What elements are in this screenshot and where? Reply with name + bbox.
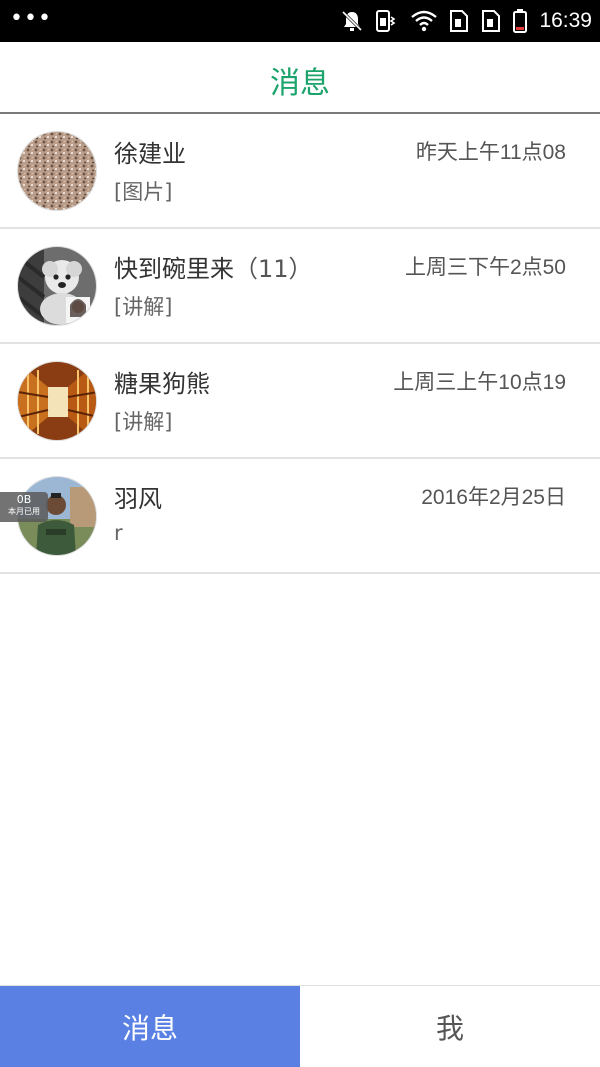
data-usage-label: 本月已用 xyxy=(8,507,40,516)
tab-me[interactable]: 我 xyxy=(300,986,600,1067)
sim-vibrate-icon xyxy=(376,10,396,32)
data-usage-amount: 0B xyxy=(16,493,32,506)
conversation-item[interactable]: 快到碗里来（11） 上周三下午2点50 [讲解] xyxy=(0,229,600,344)
conversation-name: 徐建业 xyxy=(114,140,186,168)
conversation-time: 上周三下午2点50 xyxy=(404,256,566,279)
conversation-preview: [图片] xyxy=(114,180,173,204)
conversation-preview: [讲解] xyxy=(114,295,173,319)
wifi-icon xyxy=(411,10,438,32)
conversation-item[interactable]: 糖果狗熊 上周三上午10点19 [讲解] xyxy=(0,344,600,459)
conversation-item[interactable]: 徐建业 昨天上午11点08 [图片] xyxy=(0,114,600,229)
page-title: 消息 xyxy=(270,66,330,101)
sim1-icon xyxy=(450,10,469,32)
clock: 16:39 xyxy=(539,9,592,32)
bottom-nav: 消息 我 xyxy=(0,985,600,1067)
data-usage-badge[interactable]: 0B 本月已用 xyxy=(0,492,48,522)
conversation-list: 徐建业 昨天上午11点08 [图片] 快到碗里来（11） 上周三下午2点50 [… xyxy=(0,114,600,574)
notifications-muted-icon xyxy=(342,10,363,32)
conversation-time: 上周三上午10点19 xyxy=(393,371,566,394)
corridor-photo-avatar[interactable] xyxy=(17,361,97,441)
conversation-preview: [讲解] xyxy=(114,410,173,434)
conversation-name: 羽风 xyxy=(114,485,162,513)
conversation-preview: r xyxy=(114,521,123,545)
gravel-texture-avatar[interactable] xyxy=(17,131,97,211)
conversation-name: 糖果狗熊 xyxy=(114,370,210,398)
sim2-icon xyxy=(482,10,501,32)
overflow-dots-icon: ••• xyxy=(10,6,52,31)
tab-messages[interactable]: 消息 xyxy=(0,986,300,1067)
battery-icon xyxy=(513,9,528,33)
conversation-item[interactable]: 羽风 2016年2月25日 r xyxy=(0,459,600,574)
status-bar: ••• 16:39 xyxy=(0,0,600,42)
conversation-time: 昨天上午11点08 xyxy=(415,141,566,164)
conversation-time: 2016年2月25日 xyxy=(421,486,566,509)
group-dog-avatar[interactable] xyxy=(17,246,97,326)
app-header: 消息 xyxy=(0,42,600,114)
status-icons: 16:39 xyxy=(341,0,592,42)
conversation-name: 快到碗里来（11） xyxy=(114,255,313,283)
